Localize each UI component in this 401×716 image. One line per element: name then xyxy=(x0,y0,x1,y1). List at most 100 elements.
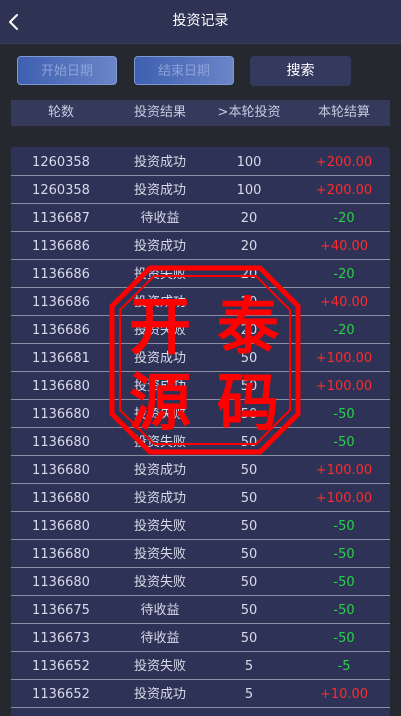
settlement-cell: +200.00 xyxy=(315,155,373,170)
round-cell: 1136652 xyxy=(32,687,90,702)
settlement-cell: -50 xyxy=(333,631,355,646)
table-row: 1136687 待收益 20 -20 xyxy=(11,205,390,232)
settlement-cell: +10.00 xyxy=(319,687,369,702)
round-cell: 1136680 xyxy=(32,519,90,534)
column-header-settlement: 本轮结算 xyxy=(317,105,370,120)
investment-cell: 20 xyxy=(240,239,258,254)
investment-cell: 5 xyxy=(244,659,254,674)
settlement-cell: -50 xyxy=(333,435,355,450)
result-cell: 投资成功 xyxy=(133,183,186,198)
round-cell: 1260358 xyxy=(32,183,90,198)
round-cell: 1136680 xyxy=(32,463,90,478)
result-cell: 投资失败 xyxy=(133,435,186,450)
result-cell: 投资成功 xyxy=(133,463,186,478)
end-date-button[interactable]: 结束日期 xyxy=(134,56,234,85)
settlement-cell: -20 xyxy=(333,211,355,226)
result-cell: 投资失败 xyxy=(133,267,186,282)
result-cell: 投资成功 xyxy=(133,491,186,506)
settlement-cell: -20 xyxy=(333,267,355,282)
table-row: 1136680 投资失败 50 -50 xyxy=(11,429,390,456)
round-cell: 1136675 xyxy=(32,603,90,618)
filter-bar: 开始日期 结束日期 搜索 xyxy=(0,43,401,98)
result-cell: 待收益 xyxy=(140,631,180,646)
table-row: 1136680 投资失败 50 -50 xyxy=(11,569,390,596)
table-row: 1136681 投资成功 50 +100.00 xyxy=(11,345,390,372)
top-bar: 投资记录 xyxy=(0,0,401,44)
column-header-result: 投资结果 xyxy=(133,105,186,120)
records-list: 1260358 投资成功 100 +200.00 1260358 投资成功 100 +200.… xyxy=(11,147,390,716)
round-cell: 1136680 xyxy=(32,435,90,450)
table-row: 1136686 投资成功 20 +40.00 xyxy=(11,289,390,316)
table-row: 1260358 投资成功 100 +200.00 xyxy=(11,177,390,204)
result-cell: 投资失败 xyxy=(133,575,186,590)
result-cell: 投资成功 xyxy=(133,155,186,170)
round-cell: 1136652 xyxy=(32,659,90,674)
investment-cell: 50 xyxy=(240,547,258,562)
investment-records-page: 投资记录 开始日期 结束日期 搜索 轮数 投资结果 >本轮投资 本轮结算 126… xyxy=(0,0,401,716)
result-cell: 投资失败 xyxy=(133,659,186,674)
table-row: 1136680 投资失败 50 -50 xyxy=(11,401,390,428)
table-row: 1136686 投资失败 20 -20 xyxy=(11,261,390,288)
result-cell: 投资成功 xyxy=(133,379,186,394)
column-header-investment: >本轮投资 xyxy=(217,105,281,120)
round-cell: 1136673 xyxy=(32,631,90,646)
settlement-cell: +100.00 xyxy=(315,491,373,506)
settlement-cell: +40.00 xyxy=(319,239,369,254)
settlement-cell: -50 xyxy=(333,407,355,422)
investment-cell: 20 xyxy=(240,267,258,282)
investment-cell: 20 xyxy=(240,323,258,338)
result-cell: 投资成功 xyxy=(133,295,186,310)
investment-cell: 100 xyxy=(236,155,262,170)
table-row: 1136675 待收益 50 -50 xyxy=(11,597,390,624)
table-row: 1136652 投资失败 5 -5 xyxy=(11,653,390,680)
round-cell: 1136680 xyxy=(32,407,90,422)
investment-cell: 50 xyxy=(240,631,258,646)
table-row: 1136680 投资成功 50 +100.00 xyxy=(11,485,390,512)
result-cell: 投资成功 xyxy=(133,687,186,702)
round-cell: 1136687 xyxy=(32,211,90,226)
settlement-cell: -5 xyxy=(337,659,351,674)
investment-cell: 100 xyxy=(236,183,262,198)
start-date-button[interactable]: 开始日期 xyxy=(17,56,117,85)
round-cell: 1136680 xyxy=(32,547,90,562)
result-cell: 投资成功 xyxy=(133,351,186,366)
settlement-cell: +40.00 xyxy=(319,295,369,310)
table-row: 1136686 投资成功 20 +40.00 xyxy=(11,233,390,260)
settlement-cell: -50 xyxy=(333,547,355,562)
table-row: 1136680 投资失败 50 -50 xyxy=(11,513,390,540)
table-row: 1136652 投资成功 5 +10.00 xyxy=(11,681,390,708)
table-row: 1136680 投资失败 50 -50 xyxy=(11,541,390,568)
settlement-cell: +200.00 xyxy=(315,183,373,198)
table-header: 轮数 投资结果 >本轮投资 本轮结算 xyxy=(11,100,390,126)
result-cell: 待收益 xyxy=(140,211,180,226)
investment-cell: 50 xyxy=(240,351,258,366)
investment-cell: 50 xyxy=(240,519,258,534)
settlement-cell: +100.00 xyxy=(315,351,373,366)
column-header-round: 轮数 xyxy=(47,105,74,120)
settlement-cell: -50 xyxy=(333,519,355,534)
table-row: 1136686 投资失败 20 -20 xyxy=(11,317,390,344)
result-cell: 投资失败 xyxy=(133,407,186,422)
investment-cell: 50 xyxy=(240,491,258,506)
round-cell: 1136686 xyxy=(32,239,90,254)
result-cell: 待收益 xyxy=(140,603,180,618)
investment-cell: 20 xyxy=(240,211,258,226)
result-cell: 投资失败 xyxy=(133,547,186,562)
settlement-cell: -50 xyxy=(333,575,355,590)
round-cell: 1136680 xyxy=(32,575,90,590)
round-cell: 1136686 xyxy=(32,267,90,282)
settlement-cell: -20 xyxy=(333,323,355,338)
investment-cell: 50 xyxy=(240,407,258,422)
result-cell: 投资失败 xyxy=(133,519,186,534)
settlement-cell: +100.00 xyxy=(315,379,373,394)
round-cell: 1136681 xyxy=(32,351,90,366)
result-cell: 投资失败 xyxy=(133,323,186,338)
search-button[interactable]: 搜索 xyxy=(250,56,351,86)
investment-cell: 50 xyxy=(240,435,258,450)
round-cell: 1136686 xyxy=(32,323,90,338)
round-cell: 1136680 xyxy=(32,379,90,394)
result-cell: 投资成功 xyxy=(133,239,186,254)
investment-cell: 20 xyxy=(240,295,258,310)
settlement-cell: -50 xyxy=(333,603,355,618)
round-cell: 1136680 xyxy=(32,491,90,506)
